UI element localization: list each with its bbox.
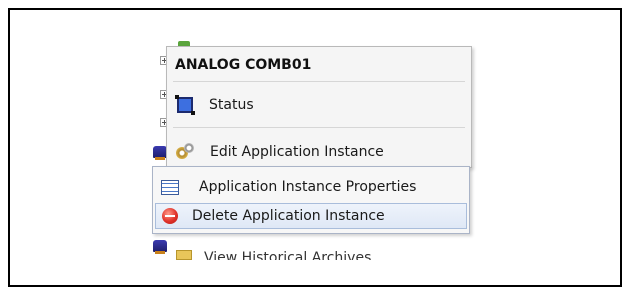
properties-icon [161, 179, 179, 195]
tree-item-partially-hidden[interactable]: View Historical Archives [176, 248, 476, 260]
delete-icon [162, 208, 178, 224]
menu-item-status[interactable]: Status [168, 92, 470, 118]
menu-item-delete-application-instance[interactable]: Delete Application Instance [155, 203, 467, 229]
menu-item-label: Status [209, 97, 254, 113]
context-menu: ANALOG COMB01 Status Edit Application In… [166, 46, 472, 168]
gear-icon [176, 143, 194, 161]
status-icon [175, 95, 195, 115]
menu-item-label: Edit Application Instance [210, 144, 384, 160]
device-icon [153, 240, 167, 254]
device-icon [153, 146, 167, 160]
menu-item-edit-application-instance[interactable]: Edit Application Instance [168, 139, 470, 165]
folder-icon [176, 250, 192, 260]
menu-item-application-instance-properties[interactable]: Application Instance Properties [155, 174, 467, 200]
context-menu-title: ANALOG COMB01 [175, 57, 312, 73]
menu-item-label: Application Instance Properties [199, 179, 417, 195]
tree-item-label: View Historical Archives [204, 250, 372, 260]
submenu: Application Instance Properties Delete A… [152, 166, 470, 234]
menu-separator [173, 81, 465, 82]
menu-separator [173, 127, 465, 128]
menu-item-label: Delete Application Instance [192, 208, 385, 224]
